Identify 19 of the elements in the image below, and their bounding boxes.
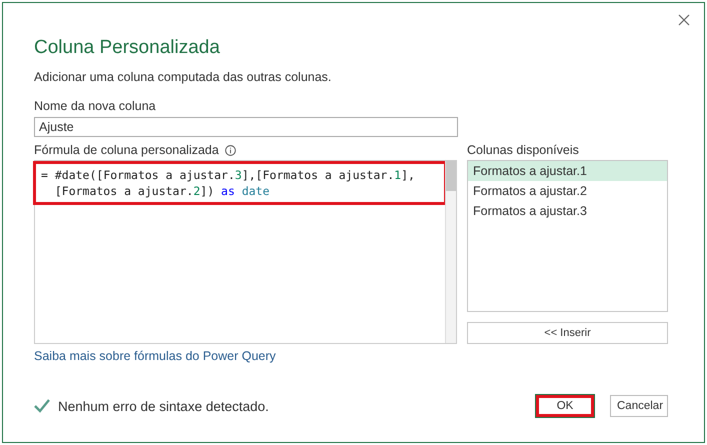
dialog-title: Coluna Personalizada <box>34 37 221 59</box>
column-list-item[interactable]: Formatos a ajustar.1 <box>468 161 667 181</box>
learn-more-link[interactable]: Saiba mais sobre fórmulas do Power Query <box>34 349 457 363</box>
scrollbar[interactable] <box>445 161 456 343</box>
status-message: Nenhum erro de sintaxe detectado. <box>58 398 269 414</box>
formula-code: = #date([Formatos a ajustar.3],[Formatos a ajustar.1], [Formatos a ajustar.2]) as date <box>33 161 447 205</box>
field-label: Colunas disponíveis <box>467 143 580 157</box>
field-label: Fórmula de coluna personalizada <box>34 143 219 157</box>
column-list-item[interactable]: Formatos a ajustar.2 <box>468 181 667 201</box>
dialog-description: Adicionar uma coluna computada das outras colunas. <box>34 70 332 84</box>
info-icon[interactable] <box>224 144 236 156</box>
column-list-item[interactable]: Formatos a ajustar.3 <box>468 201 667 221</box>
field-label: Nome da nova coluna <box>34 99 157 113</box>
formula-editor[interactable]: = #date([Formatos a ajustar.3],[Formatos a ajustar.1], [Formatos a ajustar.2]) as date <box>34 160 457 344</box>
close-icon[interactable] <box>678 14 690 26</box>
cancel-button[interactable]: Cancelar <box>610 395 668 417</box>
insert-button[interactable]: << Inserir <box>467 322 668 344</box>
column-name-field[interactable]: Ajuste <box>34 117 458 137</box>
ok-button[interactable]: OK <box>536 395 594 417</box>
